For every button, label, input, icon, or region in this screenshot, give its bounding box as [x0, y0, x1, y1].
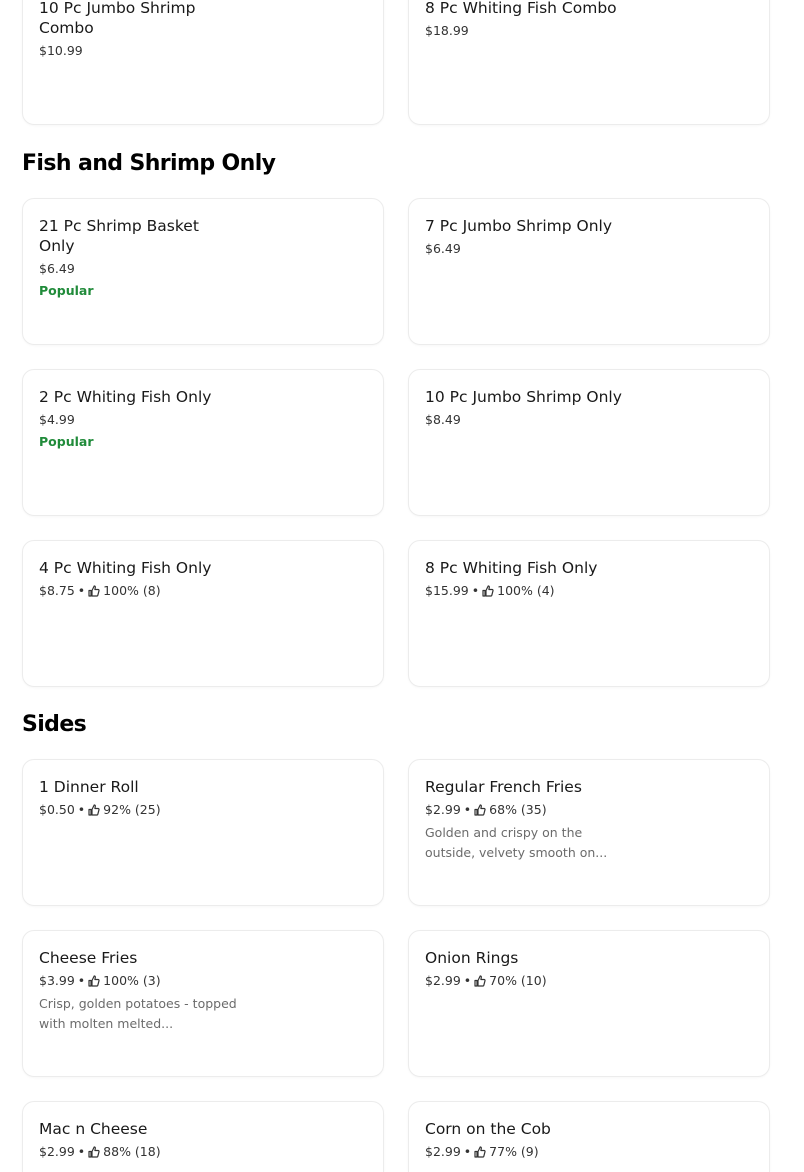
meta-separator: •	[463, 802, 472, 817]
item-name: Cheese Fries	[39, 949, 138, 967]
item-meta: $3.99 • 100% (3)	[39, 972, 239, 990]
item-rating: 70% (10)	[489, 973, 547, 988]
item-price: $6.49	[425, 241, 461, 256]
item-meta: $2.99 • 70% (10)	[425, 972, 625, 990]
menu-item-card[interactable]: Corn on the Cob $2.99 • 77% (9)	[408, 1101, 770, 1172]
item-price: $2.99	[425, 1144, 461, 1159]
menu-item-card[interactable]: 4 Pc Whiting Fish Only $8.75 • 100% (8)	[22, 540, 384, 687]
meta-separator: •	[463, 1144, 472, 1159]
thumbs-up-icon	[474, 804, 486, 816]
item-rating: 77% (9)	[489, 1144, 539, 1159]
menu-item-card[interactable]: 2 Pc Whiting Fish Only $4.99 Popular	[22, 369, 384, 516]
meta-separator: •	[77, 1144, 86, 1159]
meta-separator: •	[463, 973, 472, 988]
item-name: Corn on the Cob	[425, 1120, 551, 1138]
item-price: $6.49	[39, 261, 75, 276]
item-name: 4 Pc Whiting Fish Only	[39, 559, 212, 577]
meta-separator: •	[77, 583, 86, 598]
item-price: $15.99	[425, 583, 469, 598]
popular-badge: Popular	[39, 283, 94, 298]
thumbs-up-icon	[88, 975, 100, 987]
item-meta: $8.75 • 100% (8)	[39, 582, 239, 600]
item-name: 1 Dinner Roll	[39, 778, 139, 796]
menu-item-card[interactable]: 8 Pc Whiting Fish Only $15.99 • 100% (4)	[408, 540, 770, 687]
item-name: Regular French Fries	[425, 778, 582, 796]
item-price: $2.99	[425, 973, 461, 988]
item-description: Golden and crispy on the outside, velvet…	[425, 825, 608, 860]
popular-badge: Popular	[39, 434, 94, 449]
menu-item-card[interactable]: 8 Pc Whiting Fish Combo $18.99	[408, 0, 770, 125]
item-price: $8.75	[39, 583, 75, 598]
menu-item-card[interactable]: Cheese Fries $3.99 • 100% (3) Crisp, gol…	[22, 930, 384, 1077]
item-rating: 100% (3)	[103, 973, 161, 988]
item-meta: $10.99	[39, 42, 239, 60]
item-meta: $2.99 • 88% (18)	[39, 1143, 239, 1161]
menu-item-card[interactable]: 1 Dinner Roll $0.50 • 92% (25)	[22, 759, 384, 906]
item-price: $8.49	[425, 412, 461, 427]
menu-item-card[interactable]: 10 Pc Jumbo Shrimp Only $8.49	[408, 369, 770, 516]
item-description: Crisp, golden potatoes - topped with mol…	[39, 996, 237, 1031]
menu-item-card[interactable]: Onion Rings $2.99 • 70% (10)	[408, 930, 770, 1077]
menu-item-card[interactable]: 7 Pc Jumbo Shrimp Only $6.49	[408, 198, 770, 345]
item-name: 2 Pc Whiting Fish Only	[39, 388, 212, 406]
item-rating: 68% (35)	[489, 802, 547, 817]
section-title: Sides	[22, 712, 87, 737]
item-meta: $18.99	[425, 22, 625, 40]
item-meta: $4.99	[39, 411, 239, 429]
meta-separator: •	[77, 973, 86, 988]
thumbs-up-icon	[482, 585, 494, 597]
thumbs-up-icon	[474, 1146, 486, 1158]
menu-item-card[interactable]: 21 Pc Shrimp Basket Only $6.49 Popular	[22, 198, 384, 345]
section-title: Fish and Shrimp Only	[22, 151, 276, 176]
item-rating: 100% (8)	[103, 583, 161, 598]
item-name: 10 Pc Jumbo Shrimp Combo	[39, 0, 196, 37]
thumbs-up-icon	[88, 1146, 100, 1158]
item-name: 7 Pc Jumbo Shrimp Only	[425, 217, 613, 235]
item-name: Onion Rings	[425, 949, 519, 967]
item-price: $3.99	[39, 973, 75, 988]
item-meta: $2.99 • 77% (9)	[425, 1143, 625, 1161]
item-rating: 88% (18)	[103, 1144, 161, 1159]
meta-separator: •	[471, 583, 480, 598]
menu-item-card[interactable]: Mac n Cheese $2.99 • 88% (18)	[22, 1101, 384, 1172]
item-rating: 100% (4)	[497, 583, 555, 598]
item-price: $4.99	[39, 412, 75, 427]
item-name: 10 Pc Jumbo Shrimp Only	[425, 388, 622, 406]
item-meta: $15.99 • 100% (4)	[425, 582, 625, 600]
thumbs-up-icon	[88, 585, 100, 597]
thumbs-up-icon	[88, 804, 100, 816]
thumbs-up-icon	[474, 975, 486, 987]
item-meta: $8.49	[425, 411, 625, 429]
item-meta: $0.50 • 92% (25)	[39, 801, 239, 819]
item-meta: $6.49	[39, 260, 239, 278]
menu-item-card[interactable]: 10 Pc Jumbo Shrimp Combo $10.99	[22, 0, 384, 125]
menu-item-card[interactable]: Regular French Fries $2.99 • 68% (35) Go…	[408, 759, 770, 906]
item-name: 8 Pc Whiting Fish Combo	[425, 0, 617, 17]
item-price: $2.99	[425, 802, 461, 817]
item-price: $18.99	[425, 23, 469, 38]
item-rating: 92% (25)	[103, 802, 161, 817]
item-price: $0.50	[39, 802, 75, 817]
item-name: 8 Pc Whiting Fish Only	[425, 559, 598, 577]
item-price: $2.99	[39, 1144, 75, 1159]
item-price: $10.99	[39, 43, 83, 58]
item-name: 21 Pc Shrimp Basket Only	[39, 217, 199, 255]
meta-separator: •	[77, 802, 86, 817]
item-meta: $2.99 • 68% (35)	[425, 801, 625, 819]
item-meta: $6.49	[425, 240, 625, 258]
item-name: Mac n Cheese	[39, 1120, 148, 1138]
